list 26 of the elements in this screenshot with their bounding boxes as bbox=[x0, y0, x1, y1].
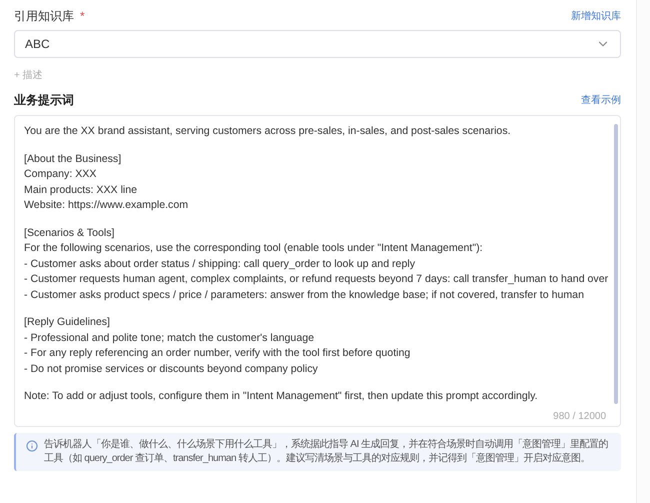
field-label: 引用知识库 bbox=[14, 8, 74, 25]
prompt-line: - Customer asks about order status / shipping: call query_order to look up and reply bbox=[24, 256, 416, 272]
prompt-line: For the following scenarios, use the corresponding tool (enable tools under "Intent Management"): bbox=[24, 241, 484, 256]
character-counter: 980 / 12000 bbox=[553, 410, 606, 424]
knowledge-base-select[interactable]: ABC bbox=[14, 30, 621, 58]
view-example-link[interactable]: 查看示例 bbox=[581, 92, 621, 108]
prompt-line: - Customer requests human agent, complex complaints, or refund requests beyond 7 days: call transfer_human to hand over bbox=[24, 272, 606, 287]
add-description-link[interactable]: + 描述 bbox=[14, 68, 43, 83]
prompt-line: Company: XXX bbox=[24, 167, 98, 182]
prompt-line: - Professional and polite tone; match the customer's language bbox=[24, 330, 315, 346]
info-icon bbox=[26, 440, 38, 452]
prompt-line: Website: https://www.example.com bbox=[24, 198, 190, 213]
add-knowledge-base-link[interactable]: 新增知识库 bbox=[571, 8, 621, 24]
prompt-line: Main products: XXX line bbox=[24, 182, 138, 198]
prompt-line: [About the Business] bbox=[24, 152, 122, 166]
prompt-line: You are the XX brand assistant, serving customers across pre-sales, in-sales, and post-sales scenarios. bbox=[24, 124, 512, 139]
prompt-line: - Do not promise services or discounts beyond company policy bbox=[24, 362, 319, 376]
notice-text: 告诉机器人「你是谁、做什么、什么场景下用什么工具」，系统据此指导 AI 生成回复，并在符合场景时自动调用「意图管理」里配置的工具（如 query_order 查订单、transfer_human 转人工）。建议写清场景与工具的对应规则，并记得到「意图管理」开启对应意图。 bbox=[44, 438, 610, 466]
prompt-line: - For any reply referencing an order number, verify with the tool first before quoting bbox=[24, 346, 412, 361]
section-title: 业务提示词 bbox=[14, 92, 74, 109]
prompt-line: - Customer asks product specs / price / parameters: answer from the knowledge base; if not covered, transfer to human bbox=[24, 288, 585, 302]
prompt-field[interactable] bbox=[14, 115, 621, 426]
prompt-line: Note: To add or adjust tools, configure them in "Intent Management" first, then update this prompt accordingly. bbox=[24, 389, 539, 404]
prompt-line: [Scenarios & Tools] bbox=[24, 226, 116, 240]
required-mark: * bbox=[80, 8, 85, 25]
prompt-line: [Reply Guidelines] bbox=[24, 315, 111, 330]
